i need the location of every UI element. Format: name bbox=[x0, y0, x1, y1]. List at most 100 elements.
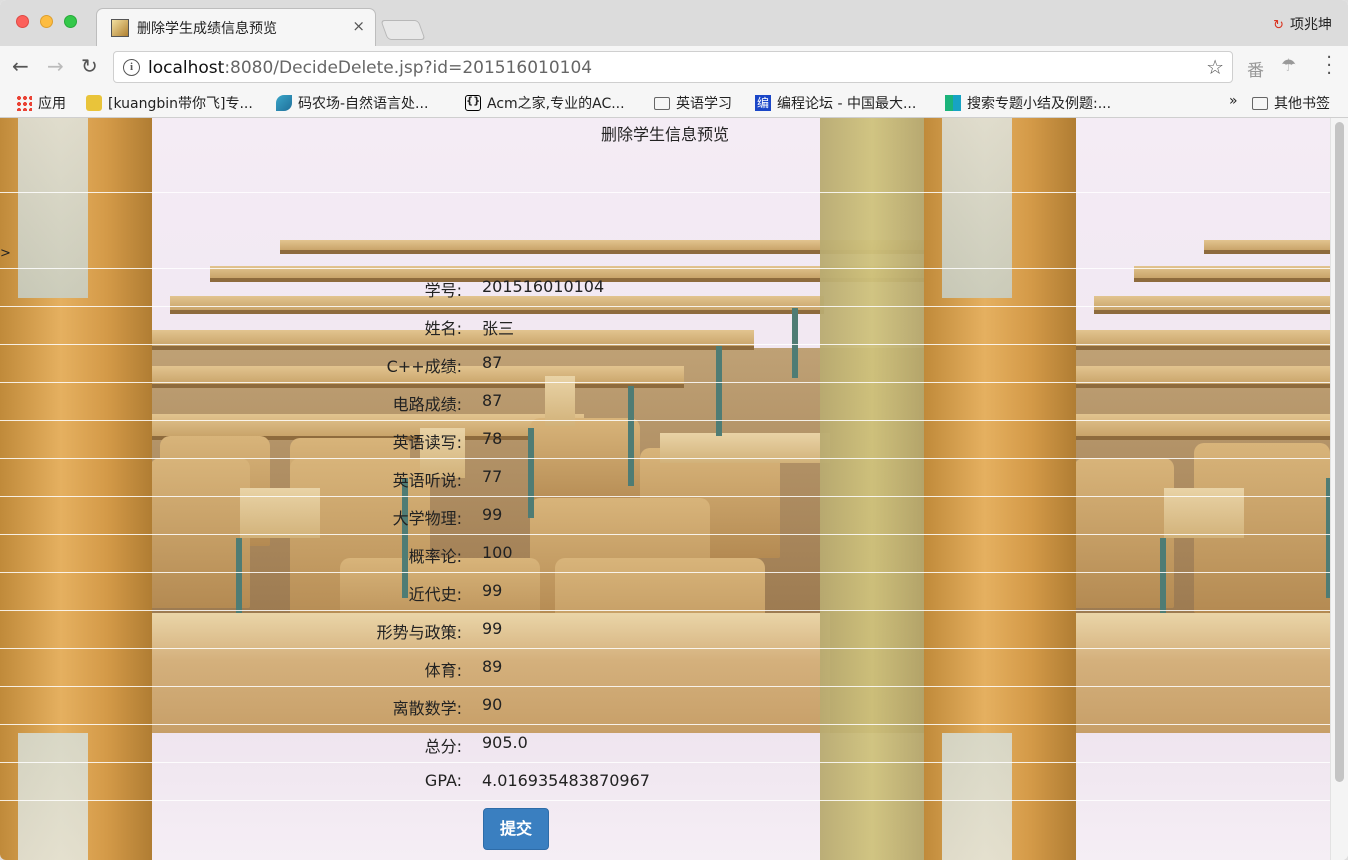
field-row-pe: 体育: 89 bbox=[0, 657, 900, 681]
bookmark-apps[interactable]: 应用 bbox=[16, 93, 66, 113]
more-vert-icon[interactable]: · · · bbox=[1326, 49, 1332, 83]
bookmark-manong[interactable]: 码农场-自然语言处... bbox=[276, 93, 428, 113]
field-row-politics: 形势与政策: 99 bbox=[0, 619, 900, 643]
url-host: localhost bbox=[148, 58, 225, 78]
bookmark-label: 码农场-自然语言处... bbox=[298, 96, 429, 112]
field-value: 99 bbox=[482, 581, 503, 600]
field-row-name: 姓名: 张三 bbox=[0, 315, 900, 339]
umbrella-extension-icon[interactable]: ☂ bbox=[1281, 56, 1296, 76]
bian-icon: 编 bbox=[755, 95, 771, 111]
address-bar[interactable]: i localhost:8080/DecideDelete.jsp?id=201… bbox=[113, 51, 1233, 83]
bookmark-search-topics[interactable]: 搜索专题小结及例题:... bbox=[945, 93, 1111, 113]
profile-name: 项兆坤 bbox=[1290, 17, 1332, 33]
page-title: 删除学生信息预览 bbox=[600, 125, 729, 144]
bookmark-bccn[interactable]: 编编程论坛 - 中国最大... bbox=[755, 93, 916, 113]
folder-icon bbox=[654, 96, 670, 110]
field-value: 4.016935483870967 bbox=[482, 771, 650, 790]
apps-grid-icon bbox=[16, 95, 32, 111]
vertical-scrollbar[interactable] bbox=[1330, 118, 1348, 860]
bookmark-label: 应用 bbox=[38, 96, 66, 112]
field-value: 张三 bbox=[482, 319, 515, 338]
field-row-physics: 大学物理: 99 bbox=[0, 505, 900, 529]
bookmark-star-icon[interactable]: ☆ bbox=[1206, 55, 1224, 79]
horizontal-rule bbox=[0, 192, 1330, 193]
maximize-window-button[interactable] bbox=[64, 15, 77, 28]
forward-arrow-icon[interactable]: → bbox=[47, 54, 64, 78]
field-label: 概率论: bbox=[408, 547, 462, 566]
field-label: C++成绩: bbox=[386, 357, 462, 376]
back-arrow-icon[interactable]: ← bbox=[12, 54, 29, 78]
bookmark-acm[interactable]: {} Acm之家,专业的AC... bbox=[465, 93, 625, 113]
bookmark-other-folder[interactable]: 其他书签 bbox=[1252, 93, 1330, 113]
yellow-face-icon bbox=[86, 95, 102, 111]
field-label: 形势与政策: bbox=[376, 623, 462, 642]
field-label: 学号: bbox=[424, 281, 462, 300]
horizontal-rule bbox=[0, 458, 1330, 459]
horizontal-rule bbox=[0, 724, 1330, 725]
bookmark-label: Acm之家,专业的AC... bbox=[487, 96, 625, 112]
horizontal-rule bbox=[0, 686, 1330, 687]
field-label: 总分: bbox=[424, 737, 462, 756]
horizontal-rule bbox=[0, 306, 1330, 307]
bird-icon bbox=[276, 95, 292, 111]
bookmark-label: 搜索专题小结及例题:... bbox=[967, 96, 1112, 112]
field-label: GPA: bbox=[424, 771, 462, 790]
tab-active[interactable]: 删除学生成绩信息预览 × bbox=[96, 8, 376, 46]
field-label: 英语读写: bbox=[392, 433, 462, 452]
profile-button[interactable]: ↻ 项兆坤 bbox=[1273, 14, 1332, 34]
page-favicon-icon bbox=[111, 19, 129, 37]
profile-sync-icon: ↻ bbox=[1273, 18, 1284, 33]
field-value: 100 bbox=[482, 543, 513, 562]
scrollbar-thumb[interactable] bbox=[1335, 122, 1344, 782]
bookmarks-overflow-button[interactable]: » bbox=[1229, 93, 1238, 109]
field-row-english-reading: 英语读写: 78 bbox=[0, 429, 900, 453]
field-value: 87 bbox=[482, 391, 503, 410]
info-icon[interactable]: i bbox=[123, 59, 140, 76]
field-label: 近代史: bbox=[408, 585, 462, 604]
submit-button[interactable]: 提交 bbox=[483, 808, 549, 850]
horizontal-rule bbox=[0, 800, 1330, 801]
url-path: :8080/DecideDelete.jsp?id=201516010104 bbox=[224, 58, 593, 78]
background-tile bbox=[924, 118, 1330, 860]
tab-strip: 删除学生成绩信息预览 × ↻ 项兆坤 bbox=[0, 0, 1348, 46]
field-label: 体育: bbox=[424, 661, 462, 680]
field-row-student-id: 学号: 201516010104 bbox=[0, 277, 900, 301]
field-row-gpa: GPA: 4.016935483870967 bbox=[0, 771, 900, 795]
horizontal-rule bbox=[0, 610, 1330, 611]
field-label: 大学物理: bbox=[392, 509, 462, 528]
browser-toolbar: ← → ↻ i localhost:8080/DecideDelete.jsp?… bbox=[0, 46, 1348, 88]
bookmarks-bar: 应用 [kuangbin带你飞]专... 码农场-自然语言处... {} Acm之… bbox=[0, 88, 1348, 118]
field-value: 90 bbox=[482, 695, 503, 714]
field-value: 99 bbox=[482, 619, 503, 638]
new-tab-button[interactable] bbox=[380, 20, 426, 40]
horizontal-rule bbox=[0, 344, 1330, 345]
field-label: 英语听说: bbox=[392, 471, 462, 490]
field-label: 姓名: bbox=[424, 319, 462, 338]
close-window-button[interactable] bbox=[16, 15, 29, 28]
translate-extension-icon[interactable]: 番 bbox=[1247, 56, 1264, 81]
horizontal-rule bbox=[0, 572, 1330, 573]
url-text[interactable]: localhost:8080/DecideDelete.jsp?id=20151… bbox=[148, 58, 592, 78]
field-row-circuit-score: 电路成绩: 87 bbox=[0, 391, 900, 415]
field-label: 电路成绩: bbox=[392, 395, 462, 414]
bookmark-folder-english[interactable]: 英语学习 bbox=[654, 93, 732, 113]
field-row-english-listening: 英语听说: 77 bbox=[0, 467, 900, 491]
field-value: 77 bbox=[482, 467, 503, 486]
field-value: 99 bbox=[482, 505, 503, 524]
page-content: 删除学生信息预览 > 学号: 201516010104 姓名: 张三 C++成绩… bbox=[0, 118, 1330, 860]
horizontal-rule bbox=[0, 382, 1330, 383]
horizontal-rule bbox=[0, 496, 1330, 497]
bookmark-kuangbin[interactable]: [kuangbin带你飞]专... bbox=[86, 93, 253, 113]
horizontal-rule bbox=[0, 534, 1330, 535]
browser-window: 删除学生成绩信息预览 × ↻ 项兆坤 ← → ↻ i localhost:8080… bbox=[0, 0, 1348, 860]
tab-title: 删除学生成绩信息预览 bbox=[137, 21, 277, 37]
tab-close-icon[interactable]: × bbox=[352, 17, 365, 35]
field-value: 87 bbox=[482, 353, 503, 372]
horizontal-rule bbox=[0, 762, 1330, 763]
field-value: 89 bbox=[482, 657, 503, 676]
field-value: 201516010104 bbox=[482, 277, 605, 296]
horizontal-rule bbox=[0, 420, 1330, 421]
reload-icon[interactable]: ↻ bbox=[81, 54, 98, 78]
braces-icon: {} bbox=[465, 95, 481, 111]
minimize-window-button[interactable] bbox=[40, 15, 53, 28]
